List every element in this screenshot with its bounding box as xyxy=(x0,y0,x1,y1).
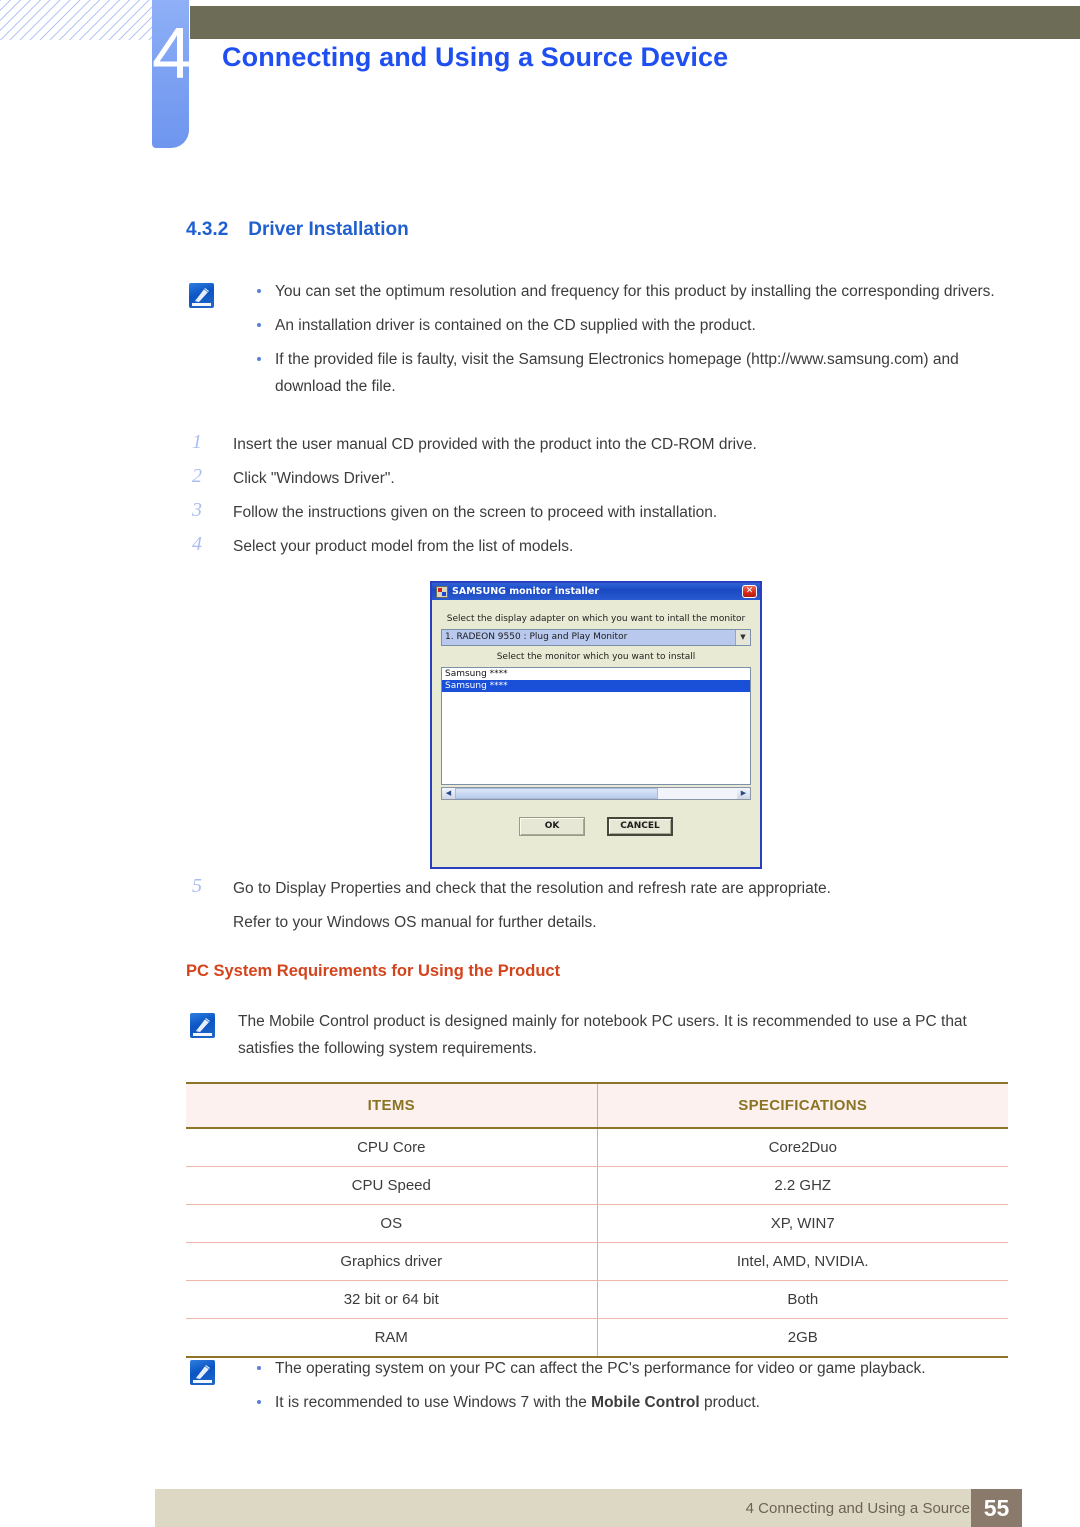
note-pen-icon xyxy=(190,1013,215,1038)
header-olive-bar xyxy=(190,6,1080,39)
list-item: 3 Follow the instructions given on the s… xyxy=(186,499,986,534)
cell-item: CPU Core xyxy=(186,1128,597,1167)
cancel-button[interactable]: CANCEL xyxy=(607,817,673,836)
dialog-title-bar: SAMSUNG monitor installer ✕ xyxy=(432,583,760,600)
application-icon xyxy=(436,585,448,598)
page-number: 55 xyxy=(971,1489,1022,1527)
scrollbar-thumb[interactable] xyxy=(455,788,659,799)
dialog-body: Select the display adapter on which you … xyxy=(432,600,760,836)
ok-button[interactable]: OK xyxy=(519,817,585,836)
monitor-list[interactable]: Samsung **** Samsung **** xyxy=(441,667,751,785)
bullet-text-bold: Mobile Control xyxy=(591,1394,700,1411)
list-item: If the provided file is faulty, visit th… xyxy=(245,346,1005,400)
step-number: 3 xyxy=(192,499,202,521)
step-text: Go to Display Properties and check that … xyxy=(233,880,831,897)
bullet-text-pre: It is recommended to use Windows 7 with … xyxy=(275,1394,592,1411)
list-item: 2 Click "Windows Driver". xyxy=(186,465,986,500)
decorative-hatch-pattern xyxy=(0,0,152,40)
page-title: Connecting and Using a Source Device xyxy=(222,42,729,72)
note-pen-glyph xyxy=(192,288,211,306)
step-number: 1 xyxy=(192,431,202,453)
cell-spec: Core2Duo xyxy=(596,1128,1008,1167)
step-number: 5 xyxy=(192,875,202,897)
adapter-label: Select the display adapter on which you … xyxy=(446,614,746,624)
cell-spec: Intel, AMD, NVIDIA. xyxy=(596,1242,1008,1281)
monitor-label: Select the monitor which you want to ins… xyxy=(496,652,696,662)
cell-item: RAM xyxy=(186,1318,597,1358)
step-text: Refer to your Windows OS manual for furt… xyxy=(233,914,597,931)
cell-item: Graphics driver xyxy=(186,1242,597,1281)
table-row: OS XP, WIN7 xyxy=(186,1204,1008,1243)
dialog-buttons: OK CANCEL xyxy=(441,817,751,836)
cell-spec: XP, WIN7 xyxy=(596,1204,1008,1243)
section-number: 4.3.2 xyxy=(186,219,229,240)
cell-spec: Both xyxy=(596,1280,1008,1319)
requirements-note-text: The Mobile Control product is designed m… xyxy=(238,1013,967,1057)
table-row: CPU Core Core2Duo xyxy=(186,1128,1008,1167)
subsection-heading: PC System Requirements for Using the Pro… xyxy=(186,962,561,980)
horizontal-scrollbar[interactable]: ◀ ▶ xyxy=(441,787,751,800)
table-header-row: ITEMS SPECIFICATIONS xyxy=(186,1082,1008,1129)
scrollbar-track[interactable] xyxy=(455,788,737,799)
pc-requirements-table: ITEMS SPECIFICATIONS CPU Core Core2Duo C… xyxy=(186,1082,1008,1358)
scroll-right-icon[interactable]: ▶ xyxy=(737,788,750,799)
cell-spec: 2.2 GHZ xyxy=(596,1166,1008,1205)
note-pen-glyph xyxy=(193,1018,212,1036)
table-row: Graphics driver Intel, AMD, NVIDIA. xyxy=(186,1242,1008,1281)
chapter-number: 4 xyxy=(152,14,193,94)
note-pen-icon xyxy=(189,283,214,308)
adapter-select[interactable]: 1. RADEON 9550 : Plug and Play Monitor ▼ xyxy=(441,629,751,646)
section-title: Driver Installation xyxy=(248,219,409,240)
adapter-select-value: 1. RADEON 9550 : Plug and Play Monitor xyxy=(442,630,735,645)
samsung-monitor-installer-dialog: SAMSUNG monitor installer ✕ Select the d… xyxy=(430,581,762,869)
step-number: 4 xyxy=(192,533,202,555)
column-header-specifications: SPECIFICATIONS xyxy=(596,1082,1008,1129)
scroll-left-icon[interactable]: ◀ xyxy=(442,788,455,799)
list-item[interactable]: Samsung **** xyxy=(442,668,750,680)
installation-step-5: 5 Go to Display Properties and check tha… xyxy=(186,875,986,944)
list-item-selected[interactable]: Samsung **** xyxy=(442,680,750,692)
bottom-bullet-list: The operating system on your PC can affe… xyxy=(245,1355,1005,1416)
step-text: Insert the user manual CD provided with … xyxy=(233,436,757,453)
dialog-title-text: SAMSUNG monitor installer xyxy=(452,586,600,597)
step-number: 2 xyxy=(192,465,202,487)
cell-item: CPU Speed xyxy=(186,1166,597,1205)
close-icon[interactable]: ✕ xyxy=(742,585,757,598)
installation-steps: 1 Insert the user manual CD provided wit… xyxy=(186,431,986,568)
list-item: An installation driver is contained on t… xyxy=(245,312,1005,339)
step-text: Select your product model from the list … xyxy=(233,538,574,555)
note-pen-glyph xyxy=(193,1365,212,1383)
list-item: It is recommended to use Windows 7 with … xyxy=(245,1389,1005,1416)
step-text: Follow the instructions given on the scr… xyxy=(233,504,718,521)
section-heading: 4.3.2 Driver Installation xyxy=(186,219,409,241)
bullet-text-post: product. xyxy=(699,1394,760,1411)
step-5-continuation: Refer to your Windows OS manual for furt… xyxy=(186,910,986,944)
cell-item: 32 bit or 64 bit xyxy=(186,1280,597,1319)
table-row: CPU Speed 2.2 GHZ xyxy=(186,1166,1008,1205)
table-row: 32 bit or 64 bit Both xyxy=(186,1280,1008,1319)
list-item: The operating system on your PC can affe… xyxy=(245,1355,1005,1382)
cell-item: OS xyxy=(186,1204,597,1243)
intro-bullet-list: You can set the optimum resolution and f… xyxy=(245,278,1005,400)
list-item: 5 Go to Display Properties and check tha… xyxy=(186,875,986,910)
step-text: Click "Windows Driver". xyxy=(233,470,395,487)
table-row: RAM 2GB xyxy=(186,1318,1008,1358)
column-header-items: ITEMS xyxy=(186,1082,597,1129)
list-item: 1 Insert the user manual CD provided wit… xyxy=(186,431,986,466)
note-pen-icon xyxy=(190,1360,215,1385)
cell-spec: 2GB xyxy=(596,1318,1008,1358)
chevron-down-icon[interactable]: ▼ xyxy=(735,630,750,645)
list-item: 4 Select your product model from the lis… xyxy=(186,533,986,568)
list-item: You can set the optimum resolution and f… xyxy=(245,278,1005,305)
